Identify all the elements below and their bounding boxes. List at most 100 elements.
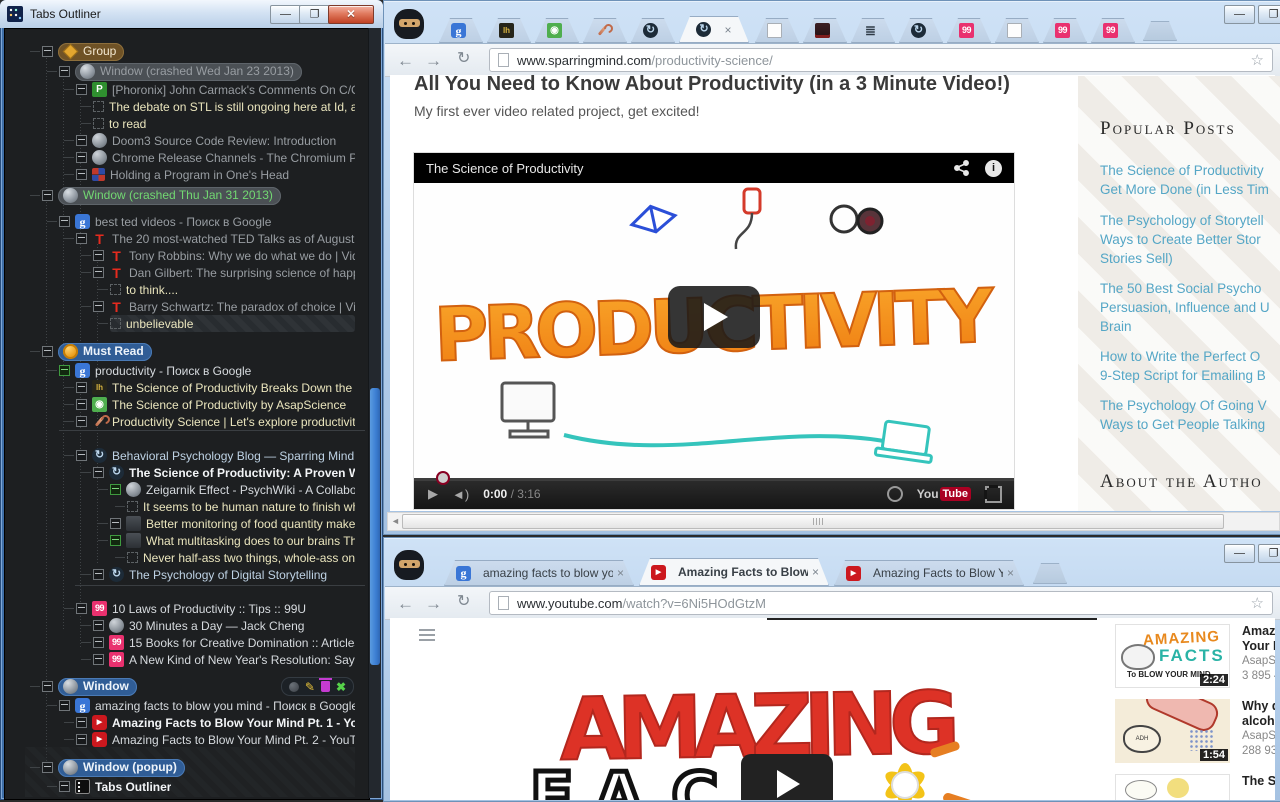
expander-icon[interactable] bbox=[76, 717, 87, 728]
tree-row[interactable]: Must Read bbox=[30, 342, 355, 361]
suggested-video-thumbnail[interactable]: ADH 1:54 bbox=[1115, 699, 1230, 763]
browser-tab-code[interactable] bbox=[803, 18, 847, 43]
tree-row[interactable]: Never half-ass two things, whole-ass one… bbox=[115, 549, 355, 566]
tree-row[interactable]: to think.... bbox=[98, 281, 355, 298]
new-tab-button[interactable] bbox=[1033, 563, 1067, 584]
expander-icon[interactable] bbox=[76, 450, 87, 461]
tree-row[interactable]: g productivity - Поиск в Google bbox=[47, 362, 355, 379]
browser-tab-asap[interactable]: ◉ bbox=[535, 18, 579, 43]
url-bar[interactable]: www.sparringmind.com/productivity-scienc… bbox=[489, 48, 1273, 72]
play-icon[interactable]: ▶ bbox=[428, 486, 438, 502]
popular-post-link[interactable]: The Psychology Of Going V Ways to Get Peo… bbox=[1100, 396, 1280, 434]
expander-icon[interactable] bbox=[59, 365, 70, 376]
expander-icon[interactable] bbox=[127, 552, 138, 563]
back-button[interactable]: ← bbox=[397, 52, 414, 69]
outliner-scrollbar[interactable] bbox=[368, 28, 381, 798]
tree-row[interactable]: lh The Science of Productivity Breaks Dow… bbox=[64, 379, 355, 396]
tree-row[interactable]: g amazing facts to blow you mind - Поиск … bbox=[47, 697, 355, 714]
tree-row[interactable]: Window (popup) bbox=[30, 758, 355, 777]
expander-icon[interactable] bbox=[93, 250, 104, 261]
tree-row[interactable]: Group bbox=[30, 42, 355, 61]
tree-row[interactable]: Window (crashed Wed Jan 23 2013) bbox=[47, 62, 355, 81]
scroll-left-arrow[interactable]: ◄ bbox=[391, 516, 400, 526]
tree-row[interactable]: T Barry Schwartz: The paradox of choice |… bbox=[81, 298, 355, 315]
tree-row[interactable]: ↻ The Psychology of Digital Storytelling bbox=[81, 566, 355, 583]
play-button-overlay[interactable] bbox=[668, 286, 760, 348]
expander-icon[interactable] bbox=[42, 762, 53, 773]
tree-row[interactable]: g best ted videos - Поиск в Google bbox=[47, 213, 355, 230]
tab-close-icon[interactable]: × bbox=[617, 567, 624, 579]
tree-row[interactable]: 99 15 Books for Creative Domination :: Ar… bbox=[81, 634, 355, 651]
profile-avatar-ninja-icon[interactable] bbox=[394, 550, 426, 584]
expander-icon[interactable] bbox=[42, 681, 53, 692]
popular-post-link[interactable]: The Science of Productivity Get More Done… bbox=[1100, 161, 1280, 199]
tab-close-icon[interactable]: × bbox=[812, 566, 819, 578]
expander-icon[interactable] bbox=[93, 569, 104, 580]
expander-icon[interactable] bbox=[93, 118, 104, 129]
browser-tab-n99[interactable]: 99 bbox=[1043, 18, 1087, 43]
expander-icon[interactable] bbox=[110, 318, 121, 329]
browser-tab[interactable]: ▶ Amazing Facts to Blow Yo × bbox=[834, 560, 1024, 586]
profile-avatar-ninja-icon[interactable] bbox=[394, 9, 426, 43]
tree-row[interactable]: Window ✎ ✖ bbox=[30, 677, 355, 696]
tree-row[interactable]: ▶ Amazing Facts to Blow Your Mind Pt. 1 -… bbox=[64, 714, 355, 731]
fullscreen-icon[interactable] bbox=[984, 484, 1002, 503]
tree-row[interactable]: The debate on STL is still ongoing here … bbox=[81, 98, 355, 115]
browser-tab-sparring[interactable]: ↻ bbox=[631, 18, 675, 43]
maximize-button[interactable]: ❐ bbox=[1258, 5, 1280, 24]
progress-handle[interactable] bbox=[438, 473, 448, 483]
progress-bar[interactable] bbox=[414, 473, 1014, 483]
url-bar[interactable]: www.youtube.com/watch?v=6Ni5HOdGtzM ☆ bbox=[489, 591, 1273, 615]
share-icon[interactable] bbox=[953, 160, 971, 176]
browser-tab-lh[interactable]: lh bbox=[487, 18, 531, 43]
minimize-button[interactable]: — bbox=[1224, 5, 1255, 24]
minimize-button[interactable]: — bbox=[270, 5, 301, 24]
maximize-button[interactable]: ❐ bbox=[299, 5, 330, 24]
forward-button[interactable]: → bbox=[425, 52, 442, 69]
expander-icon[interactable] bbox=[110, 535, 121, 546]
browser-tab-stack[interactable]: ≣ bbox=[851, 18, 895, 43]
tree-row[interactable]: Doom3 Source Code Review: Introduction bbox=[64, 132, 355, 149]
browser-tab-n99[interactable]: 99 bbox=[947, 18, 991, 43]
expander-icon[interactable] bbox=[76, 169, 87, 180]
expander-icon[interactable] bbox=[127, 501, 138, 512]
embedded-video-player[interactable]: The Science of Productivity i PRODUCTIVI… bbox=[414, 153, 1014, 509]
expander-icon[interactable] bbox=[59, 700, 70, 711]
tree-row[interactable]: Window (crashed Thu Jan 31 2013) bbox=[30, 186, 355, 205]
new-tab-button[interactable] bbox=[1143, 21, 1177, 41]
outliner-titlebar[interactable]: Tabs Outliner — ❐ ✕ bbox=[0, 0, 383, 28]
expander-icon[interactable] bbox=[42, 46, 53, 57]
popular-post-link[interactable]: How to Write the Perfect O 9-Step Script … bbox=[1100, 347, 1280, 385]
browser-tab-doc[interactable] bbox=[755, 18, 799, 43]
tree-row[interactable]: 30 Minutes a Day — Jack Cheng bbox=[81, 617, 355, 634]
popular-post-link[interactable]: The Psychology of Storytell Ways to Creat… bbox=[1100, 211, 1280, 268]
suggested-video-thumbnail[interactable]: AMAZING FACTS To BLOW YOUR MIND 2:24 bbox=[1115, 624, 1230, 688]
bookmark-star-icon[interactable]: ☆ bbox=[1251, 51, 1264, 69]
tree-row[interactable]: Chrome Release Channels - The Chromium P… bbox=[64, 149, 355, 166]
reload-button[interactable]: ↻ bbox=[457, 594, 470, 610]
suggested-video-info[interactable]: The Se bbox=[1242, 774, 1275, 789]
browser-tab-sparring[interactable]: ↻ bbox=[899, 18, 943, 43]
youtube-logo-icon[interactable]: You Tube bbox=[917, 487, 971, 501]
reload-button[interactable]: ↻ bbox=[457, 51, 470, 67]
tree-row[interactable]: ▶ Amazing Facts to Blow Your Mind Pt. 2 -… bbox=[64, 731, 355, 748]
tree-row[interactable]: What multitasking does to our brains The… bbox=[98, 532, 355, 549]
tree-row[interactable]: Tabs Outliner bbox=[47, 778, 355, 795]
expander-icon[interactable] bbox=[93, 301, 104, 312]
watch-later-icon[interactable] bbox=[886, 486, 903, 502]
expander-icon[interactable] bbox=[76, 416, 87, 427]
delete-icon[interactable] bbox=[318, 678, 332, 692]
tree-row[interactable]: Productivity Science | Let's explore pro… bbox=[64, 413, 355, 430]
tree-row[interactable]: It seems to be human nature to finish wh… bbox=[115, 498, 355, 515]
expander-icon[interactable] bbox=[76, 382, 87, 393]
tab-close-icon[interactable]: × bbox=[1007, 567, 1014, 579]
tree-row[interactable]: T Dan Gilbert: The surprising science of … bbox=[81, 264, 355, 281]
tree-row[interactable]: Holding a Program in One's Head bbox=[64, 166, 355, 183]
expander-icon[interactable] bbox=[76, 233, 87, 244]
browser-tab-n99[interactable]: 99 bbox=[1091, 18, 1135, 43]
guide-menu-icon[interactable] bbox=[419, 629, 435, 641]
expander-icon[interactable] bbox=[93, 101, 104, 112]
suggested-video-info[interactable]: Why doalcoho AsapSCI 288 930 bbox=[1242, 699, 1275, 759]
back-button[interactable]: ← bbox=[397, 595, 414, 612]
maximize-button[interactable]: ❐ bbox=[1258, 544, 1280, 563]
